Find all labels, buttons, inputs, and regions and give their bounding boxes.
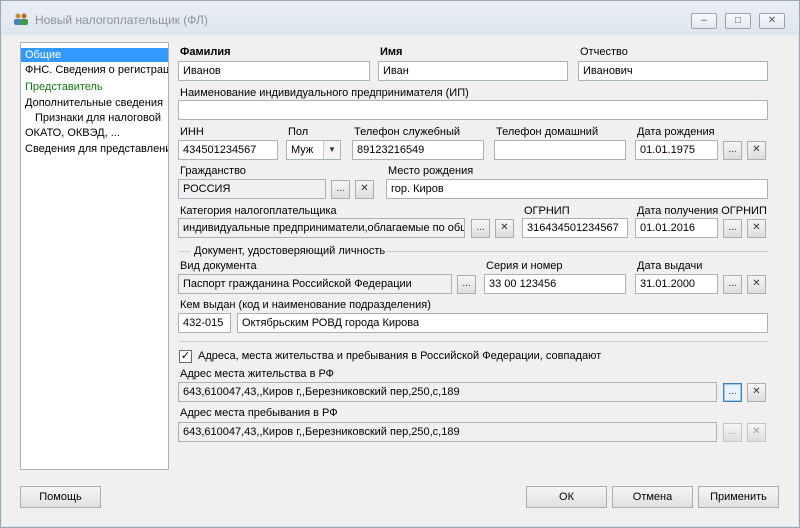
birth-date-field[interactable]: 01.01.1975: [635, 140, 718, 160]
ip-name-field[interactable]: [178, 100, 768, 120]
gender-label: Пол: [288, 126, 309, 138]
nav-item-general[interactable]: Общие: [21, 48, 168, 62]
patronymic-label: Отчество: [580, 46, 628, 58]
category-label: Категория налогоплательщика: [180, 205, 337, 217]
stay-address-label: Адрес места пребывания в РФ: [180, 407, 338, 419]
citizenship-select-button[interactable]: ...: [331, 180, 350, 199]
home-phone-field[interactable]: [494, 140, 626, 160]
birth-date-label: Дата рождения: [637, 126, 715, 138]
stay-address-clear-button[interactable]: ✕: [747, 423, 766, 442]
doc-type-label: Вид документа: [180, 260, 257, 272]
inn-label: ИНН: [180, 126, 204, 138]
work-phone-field[interactable]: 89123216549: [352, 140, 484, 160]
citizenship-label: Гражданство: [180, 165, 246, 177]
chevron-down-icon[interactable]: ▼: [323, 141, 340, 159]
group-divider: [180, 251, 190, 252]
group-divider: [386, 251, 768, 252]
category-select-button[interactable]: ...: [471, 219, 490, 238]
name-label: Имя: [380, 46, 403, 58]
residence-address-label: Адрес места жительства в РФ: [180, 368, 335, 380]
birth-place-label: Место рождения: [388, 165, 474, 177]
same-address-label: Адреса, места жительства и пребывания в …: [198, 350, 602, 362]
citizenship-field[interactable]: РОССИЯ: [178, 179, 326, 199]
same-address-checkbox[interactable]: ✓: [179, 350, 192, 363]
residence-address-clear-button[interactable]: ✕: [747, 383, 766, 402]
nav-item-additional-info[interactable]: Дополнительные сведения: [21, 96, 168, 110]
nav-item-tax-attributes[interactable]: Признаки для налоговой: [21, 111, 168, 125]
ogrnip-date-picker-button[interactable]: ...: [723, 219, 742, 238]
residence-address-field[interactable]: 643,610047,43,,Киров г,,Березниковский п…: [178, 382, 717, 402]
issued-by-label: Кем выдан (код и наименование подразделе…: [180, 299, 431, 311]
birth-date-clear-button[interactable]: ✕: [747, 141, 766, 160]
maximize-button[interactable]: □: [725, 13, 751, 29]
residence-address-select-button[interactable]: ...: [723, 383, 742, 402]
ogrnip-field[interactable]: 316434501234567: [522, 218, 628, 238]
gender-select[interactable]: Муж ▼: [286, 140, 341, 160]
cancel-button[interactable]: Отмена: [612, 486, 693, 508]
nav-item-fns-registration[interactable]: ФНС. Сведения о регистрации: [21, 63, 168, 77]
section-divider: [180, 341, 768, 342]
ogrnip-date-clear-button[interactable]: ✕: [747, 219, 766, 238]
citizenship-clear-button[interactable]: ✕: [355, 180, 374, 199]
nav-item-okato-okved[interactable]: ОКАТО, ОКВЭД, ...: [21, 126, 168, 140]
minimize-button[interactable]: –: [691, 13, 717, 29]
apply-button[interactable]: Применить: [698, 486, 779, 508]
ogrnip-date-label: Дата получения ОГРНИП: [637, 205, 767, 217]
work-phone-label: Телефон служебный: [354, 126, 461, 138]
stay-address-select-button[interactable]: ...: [723, 423, 742, 442]
title-bar: Новый налогоплательщик (ФЛ) – □ ✕: [1, 1, 799, 35]
ok-button[interactable]: ОК: [526, 486, 607, 508]
section-nav-list: Общие ФНС. Сведения о регистрации Предст…: [20, 42, 169, 470]
issue-date-label: Дата выдачи: [637, 260, 703, 272]
doc-type-field[interactable]: Паспорт гражданина Российской Федерации: [178, 274, 452, 294]
help-button[interactable]: Помощь: [20, 486, 101, 508]
identity-document-group-title: Документ, удостоверяющий личность: [194, 245, 386, 257]
users-icon: [14, 13, 28, 25]
ip-name-label: Наименование индивидуального предпринима…: [180, 87, 469, 99]
birth-date-picker-button[interactable]: ...: [723, 141, 742, 160]
window-title: Новый налогоплательщик (ФЛ): [35, 13, 208, 27]
gender-value: Муж: [291, 144, 314, 156]
doc-type-select-button[interactable]: ...: [457, 275, 476, 294]
birth-place-field[interactable]: гор. Киров: [386, 179, 768, 199]
doc-series-label: Серия и номер: [486, 260, 563, 272]
inn-field[interactable]: 434501234567: [178, 140, 278, 160]
stay-address-field[interactable]: 643,610047,43,,Киров г,,Березниковский п…: [178, 422, 717, 442]
ogrnip-date-field[interactable]: 01.01.2016: [635, 218, 718, 238]
close-button[interactable]: ✕: [759, 13, 785, 29]
home-phone-label: Телефон домашний: [496, 126, 599, 138]
nav-item-submission-info[interactable]: Сведения для представления: [21, 142, 168, 156]
issue-date-clear-button[interactable]: ✕: [747, 275, 766, 294]
category-field[interactable]: индивидуальные предприниматели,облагаемы…: [178, 218, 465, 238]
doc-series-field[interactable]: 33 00 123456: [484, 274, 626, 294]
name-field[interactable]: Иван: [378, 61, 568, 81]
issued-by-field[interactable]: Октябрьским РОВД города Кирова: [237, 313, 768, 333]
category-clear-button[interactable]: ✕: [495, 219, 514, 238]
issue-date-picker-button[interactable]: ...: [723, 275, 742, 294]
issued-by-code-field[interactable]: 432-015: [178, 313, 231, 333]
ogrnip-label: ОГРНИП: [524, 205, 570, 217]
nav-item-representative[interactable]: Представитель: [21, 80, 168, 94]
issue-date-field[interactable]: 31.01.2000: [635, 274, 718, 294]
patronymic-field[interactable]: Иванович: [578, 61, 768, 81]
surname-label: Фамилия: [180, 46, 231, 58]
surname-field[interactable]: Иванов: [178, 61, 370, 81]
